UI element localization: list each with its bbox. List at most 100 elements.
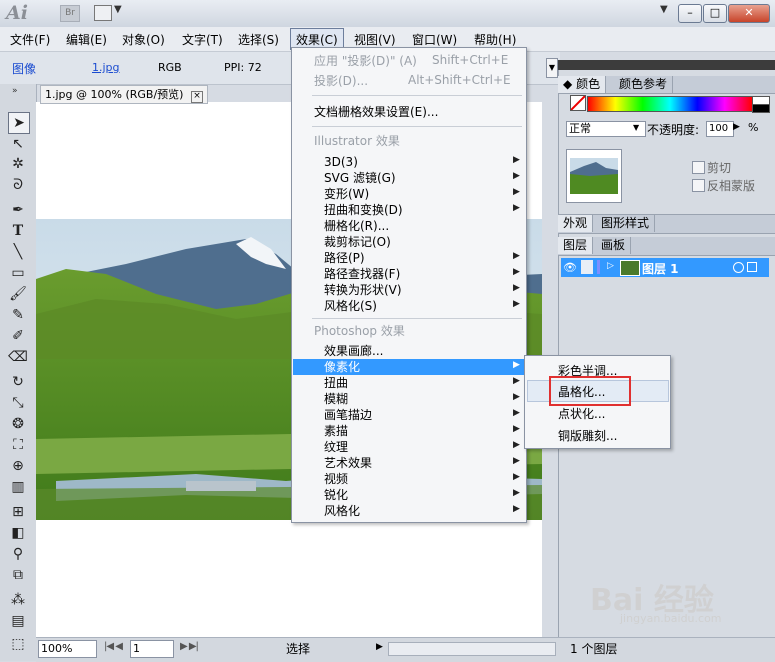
menu-item-shadow[interactable]: 投影(D)...: [314, 73, 368, 89]
blob-brush-tool-icon[interactable]: ✐: [8, 326, 28, 346]
menu-item-raster-settings[interactable]: 文档栅格效果设置(E)...: [314, 104, 438, 120]
bridge-button[interactable]: Br: [60, 5, 80, 22]
invert-mask-checkbox[interactable]: [692, 179, 705, 192]
graph-tool-icon[interactable]: ▥: [8, 477, 28, 497]
menu-edit[interactable]: 编辑(E): [66, 31, 107, 48]
menu-item-video[interactable]: 视频: [324, 471, 348, 487]
pen-tool-icon[interactable]: ✒: [8, 200, 28, 220]
menu-type[interactable]: 文字(T): [182, 31, 223, 48]
status-mode-label[interactable]: 选择: [286, 640, 310, 657]
linked-file-link[interactable]: 1.jpg: [92, 61, 120, 74]
first-artboard-icon[interactable]: |◀ ◀: [104, 641, 123, 652]
status-menu-arrow-icon[interactable]: ▶: [376, 642, 383, 652]
menu-item-pixelate[interactable]: 像素化: [324, 359, 360, 375]
artboard-number-field[interactable]: 1: [130, 640, 174, 658]
lasso-tool-icon[interactable]: ᘐ: [8, 175, 28, 195]
menu-item-path[interactable]: 路径(P): [324, 250, 365, 266]
menu-item-stylize-ps[interactable]: 风格化: [324, 503, 360, 519]
tab-color-guide[interactable]: 颜色参考: [614, 76, 674, 93]
next-artboard-icon[interactable]: ▶ ▶|: [180, 641, 199, 652]
menu-item-pathfinder[interactable]: 路径查找器(F): [324, 266, 400, 282]
rectangle-tool-icon[interactable]: ▭: [8, 263, 28, 283]
zoom-select[interactable]: 100%: [38, 640, 97, 658]
lock-toggle[interactable]: [581, 260, 593, 274]
menu-item-artistic[interactable]: 艺术效果: [324, 455, 372, 471]
menu-item-sharpen[interactable]: 锐化: [324, 487, 348, 503]
menu-item-distort[interactable]: 扭曲: [324, 375, 348, 391]
artboard-tool-icon[interactable]: ⬚: [8, 634, 28, 654]
menu-item-brush-strokes[interactable]: 画笔描边: [324, 407, 372, 423]
clip-checkbox[interactable]: [692, 161, 705, 174]
color-spectrum[interactable]: [587, 96, 753, 112]
selection-indicator-icon[interactable]: [747, 262, 757, 272]
menu-help[interactable]: 帮助(H): [474, 31, 516, 48]
close-button[interactable]: ✕: [728, 4, 770, 23]
black-swatch[interactable]: [752, 104, 770, 113]
mesh-tool-icon[interactable]: ⊞: [8, 502, 28, 522]
type-tool-icon[interactable]: T: [8, 221, 28, 241]
line-tool-icon[interactable]: ╲: [8, 242, 28, 262]
submenu-item-pointillize[interactable]: 点状化...: [558, 405, 605, 422]
rotate-tool-icon[interactable]: ↻: [8, 372, 28, 392]
pencil-tool-icon[interactable]: ✎: [8, 305, 28, 325]
menu-item-apply-shadow[interactable]: 应用 "投影(D)" (A): [314, 53, 417, 69]
eyedropper-tool-icon[interactable]: ⚲: [8, 544, 28, 564]
shape-builder-tool-icon[interactable]: ⊕: [8, 456, 28, 476]
opacity-input[interactable]: 100: [706, 121, 734, 137]
horizontal-scrollbar[interactable]: [388, 642, 556, 656]
column-graph-tool-icon[interactable]: ▤: [8, 611, 28, 631]
chevron-right-icon[interactable]: ▶: [733, 122, 740, 132]
menu-item-effect-gallery[interactable]: 效果画廊...: [324, 343, 383, 359]
menu-item-distort-transform[interactable]: 扭曲和变换(D): [324, 202, 403, 218]
minimize-button[interactable]: –: [678, 4, 702, 23]
menu-item-crop-marks[interactable]: 裁剪标记(O): [324, 234, 391, 250]
tab-color[interactable]: ◆ 颜色: [558, 76, 607, 93]
tab-layers[interactable]: 图层: [558, 237, 594, 254]
eye-icon[interactable]: 👁: [563, 261, 577, 274]
workspace-icon[interactable]: [94, 5, 112, 21]
none-swatch-icon[interactable]: [570, 95, 586, 111]
target-icon[interactable]: [733, 262, 744, 273]
direct-selection-tool-icon[interactable]: ↖: [8, 134, 28, 154]
menu-item-warp[interactable]: 变形(W): [324, 186, 369, 202]
submenu-item-mezzotint[interactable]: 铜版雕刻...: [558, 427, 617, 444]
tab-artboards[interactable]: 画板: [596, 237, 632, 254]
eraser-tool-icon[interactable]: ⌫: [8, 347, 28, 367]
chevron-down-icon[interactable]: ▼: [114, 4, 122, 15]
paintbrush-tool-icon[interactable]: 🖌: [8, 284, 28, 304]
menu-window[interactable]: 窗口(W): [412, 31, 457, 48]
collapse-panel-icon[interactable]: »: [12, 86, 18, 96]
menu-file[interactable]: 文件(F): [10, 31, 50, 48]
maximize-button[interactable]: □: [703, 4, 727, 23]
menu-item-sketch[interactable]: 素描: [324, 423, 348, 439]
menu-item-convert-shape[interactable]: 转换为形状(V): [324, 282, 402, 298]
mask-thumbnail[interactable]: [566, 149, 622, 203]
menu-item-rasterize[interactable]: 栅格化(R)...: [324, 218, 389, 234]
free-transform-tool-icon[interactable]: ⛶: [8, 435, 28, 455]
selection-tool-icon[interactable]: ➤: [8, 112, 30, 134]
warp-tool-icon[interactable]: ❂: [8, 414, 28, 434]
chevron-down-icon[interactable]: ▼: [633, 123, 639, 132]
layer-name[interactable]: 图层 1: [642, 260, 679, 277]
menu-view[interactable]: 视图(V): [354, 31, 396, 48]
menu-item-texture[interactable]: 纹理: [324, 439, 348, 455]
tab-appearance[interactable]: 外观: [558, 215, 594, 232]
scale-tool-icon[interactable]: ⤡: [8, 393, 28, 413]
close-tab-icon[interactable]: ×: [190, 91, 203, 103]
chevron-down-icon[interactable]: ▼: [660, 4, 668, 15]
chevron-down-icon[interactable]: ▼: [546, 58, 558, 78]
menu-effect[interactable]: 效果(C): [296, 31, 338, 48]
menu-item-stylize-ai[interactable]: 风格化(S): [324, 298, 377, 314]
menu-item-blur[interactable]: 模糊: [324, 391, 348, 407]
document-tab[interactable]: 1.jpg @ 100% (RGB/预览) ×: [40, 85, 208, 104]
expand-triangle-icon[interactable]: ▷: [607, 261, 614, 271]
tab-graphic-styles[interactable]: 图形样式: [596, 215, 656, 232]
menu-object[interactable]: 对象(O): [122, 31, 165, 48]
blend-tool-icon[interactable]: ⧉: [8, 565, 28, 585]
symbol-sprayer-tool-icon[interactable]: ⁂: [8, 590, 28, 610]
magic-wand-tool-icon[interactable]: ✲: [8, 154, 28, 174]
menu-item-3d[interactable]: 3D(3): [324, 154, 358, 170]
gradient-tool-icon[interactable]: ◧: [8, 523, 28, 543]
menu-item-svg-filter[interactable]: SVG 滤镜(G): [324, 170, 396, 186]
menu-select[interactable]: 选择(S): [238, 31, 279, 48]
